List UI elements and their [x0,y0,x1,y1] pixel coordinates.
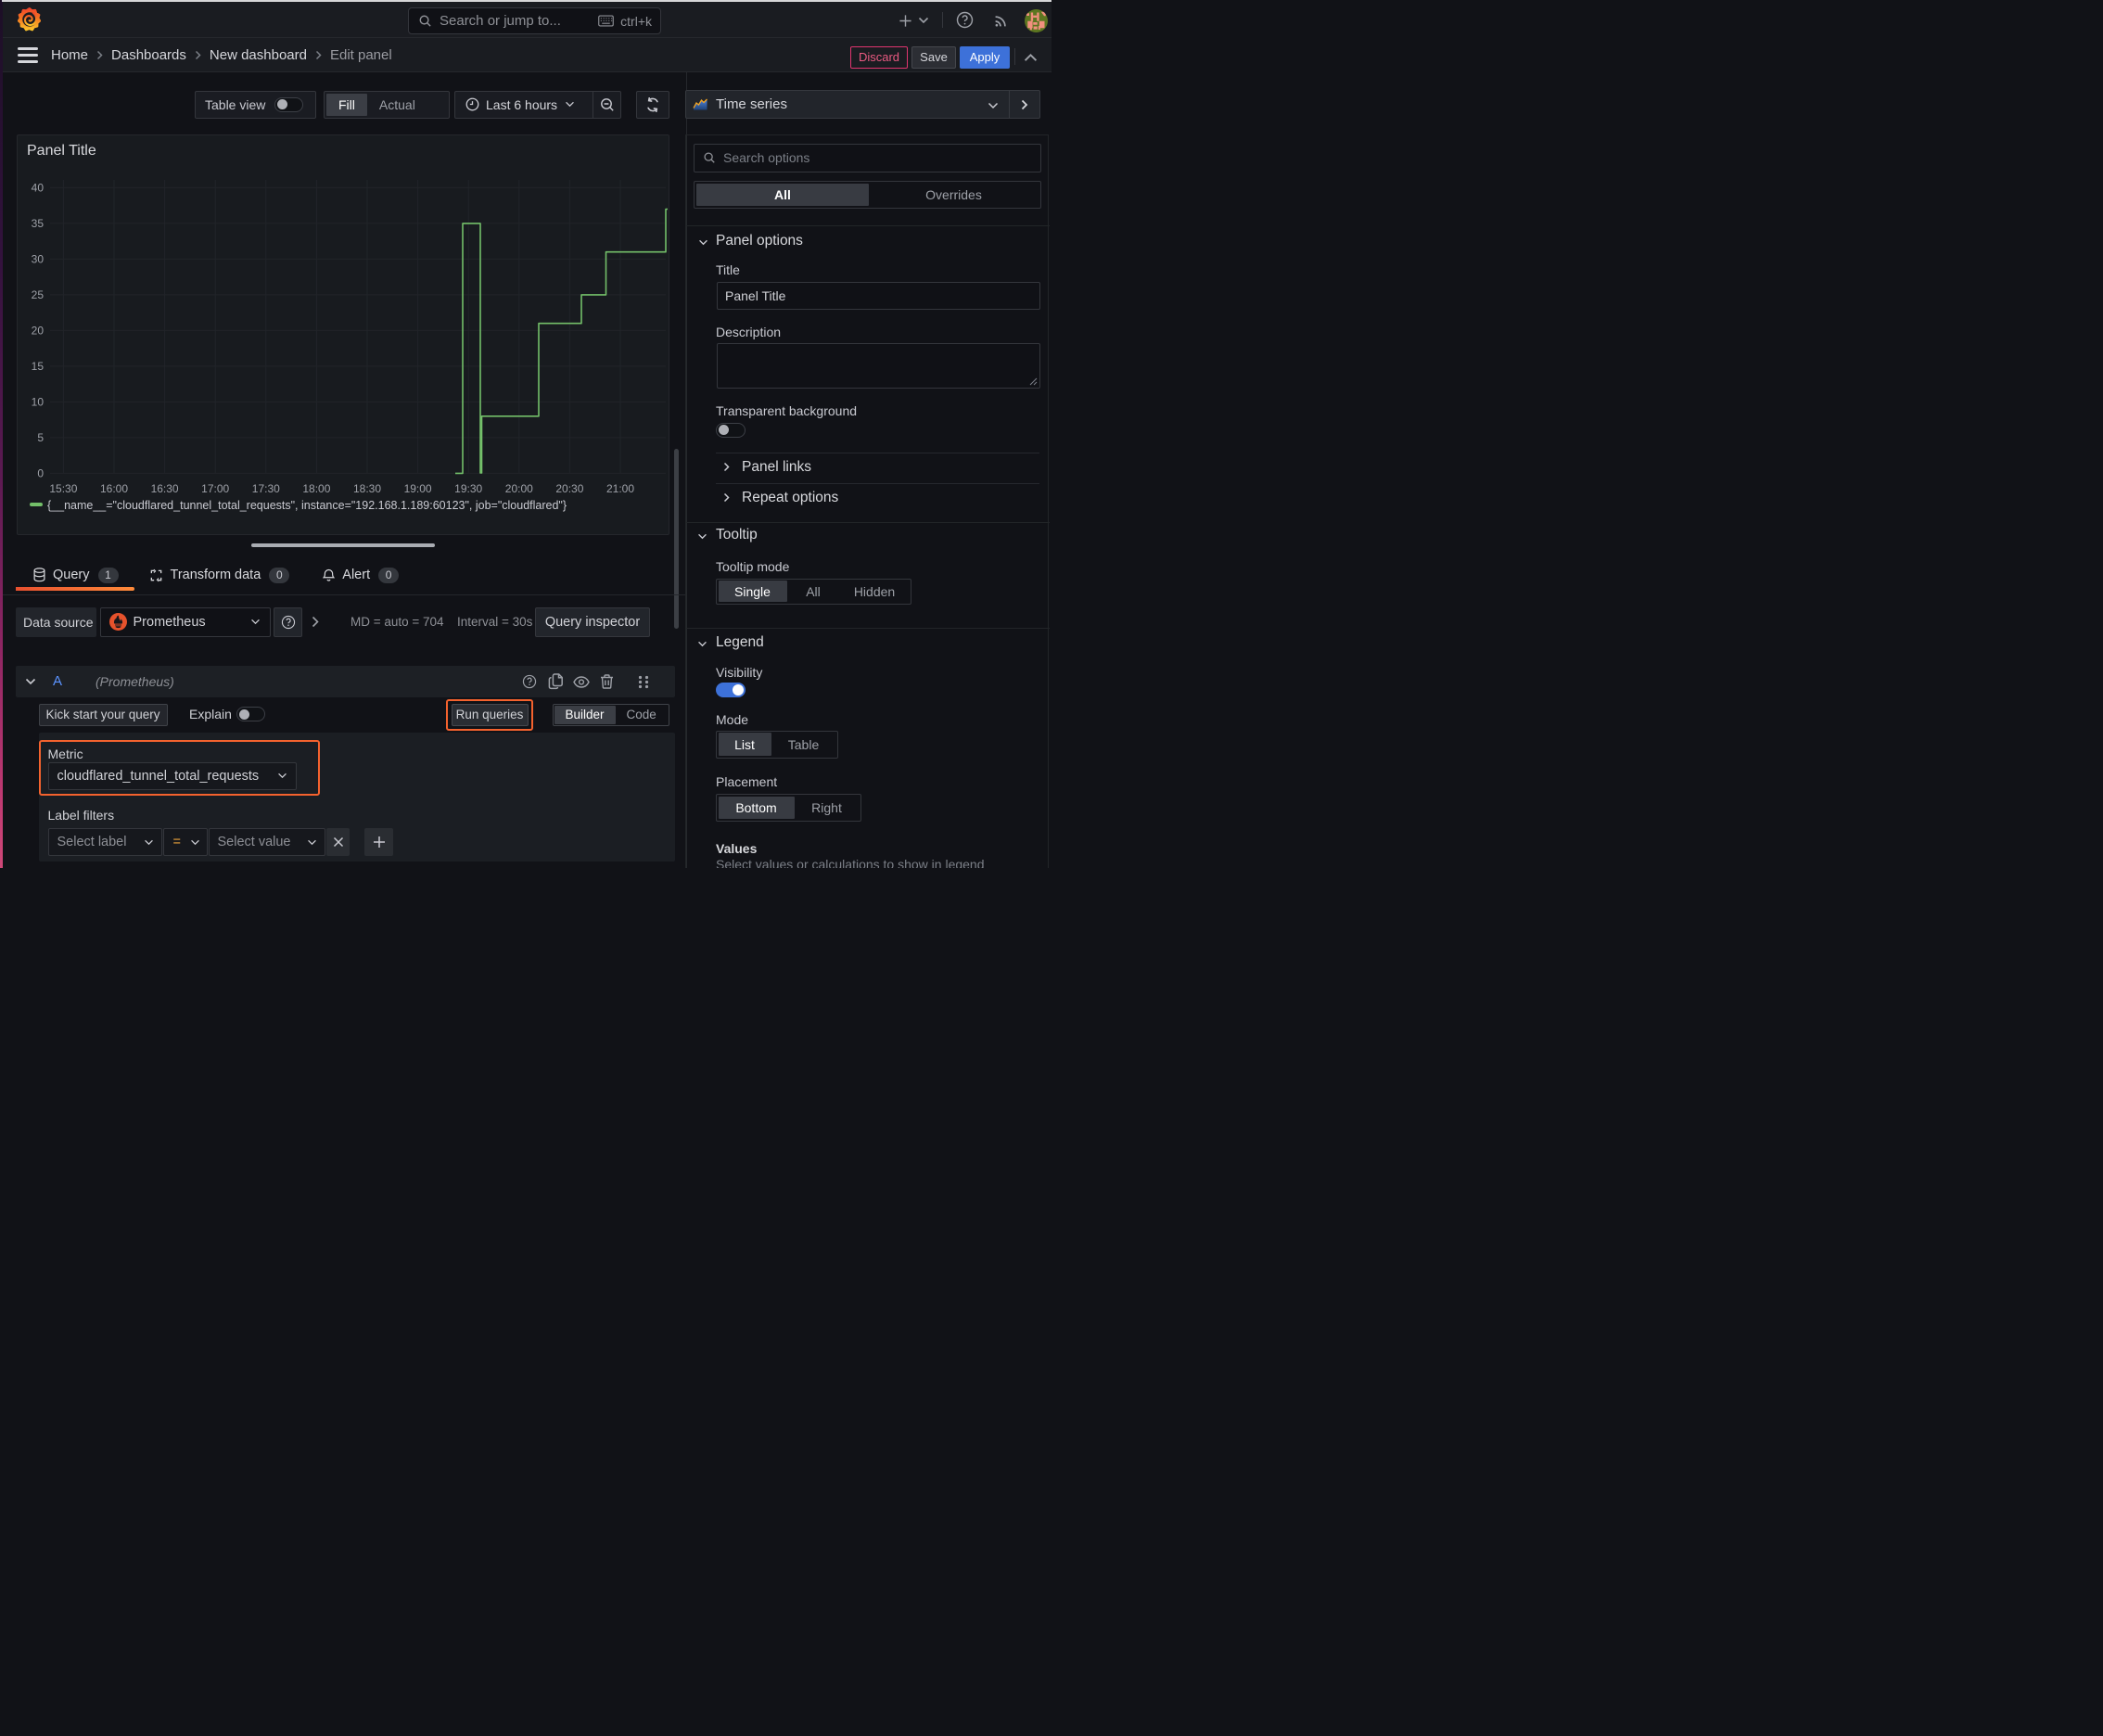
svg-text:15:30: 15:30 [49,482,77,495]
svg-text:16:00: 16:00 [100,482,128,495]
svg-text:25: 25 [32,288,45,301]
svg-text:15: 15 [32,360,45,373]
svg-text:16:30: 16:30 [151,482,179,495]
svg-text:20:30: 20:30 [555,482,583,495]
svg-text:19:00: 19:00 [404,482,432,495]
svg-text:35: 35 [32,217,45,230]
svg-text:30: 30 [32,252,45,265]
svg-text:{__name__="cloudflared_tunnel_: {__name__="cloudflared_tunnel_total_requ… [47,499,567,512]
svg-text:10: 10 [32,395,45,408]
svg-text:21:00: 21:00 [606,482,634,495]
svg-text:40: 40 [32,181,45,194]
svg-text:20:00: 20:00 [505,482,533,495]
svg-text:17:30: 17:30 [252,482,280,495]
svg-text:20: 20 [32,324,45,337]
svg-text:18:30: 18:30 [353,482,381,495]
svg-text:0: 0 [37,466,44,479]
svg-text:18:00: 18:00 [302,482,330,495]
svg-text:5: 5 [37,431,44,444]
svg-text:19:30: 19:30 [454,482,482,495]
svg-text:17:00: 17:00 [201,482,229,495]
